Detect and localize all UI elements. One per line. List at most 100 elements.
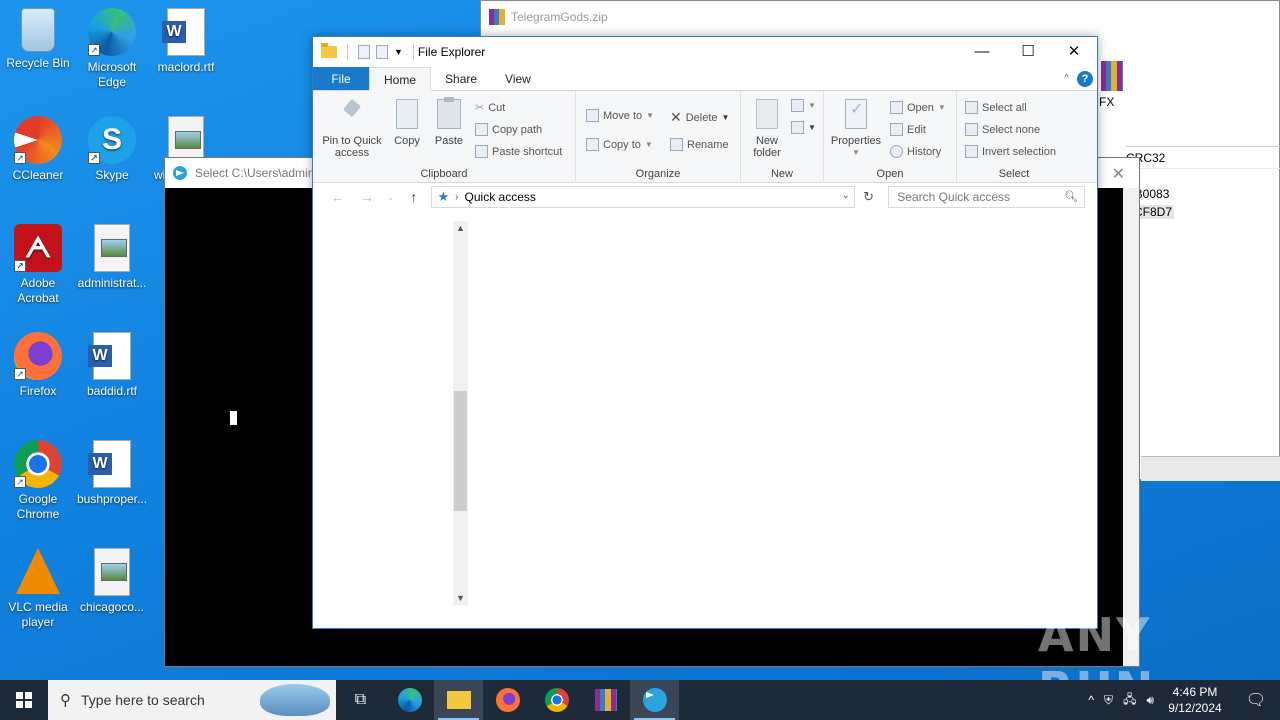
cut-label: Cut xyxy=(488,101,506,114)
shortcut-arrow-icon: ↗ xyxy=(14,476,26,488)
ccleaner-icon: ↗ xyxy=(14,116,62,164)
taskbar-search-box[interactable]: ⚲ Type here to search xyxy=(48,680,336,720)
chevron-down-icon[interactable]: ▼ xyxy=(394,47,403,57)
start-button[interactable] xyxy=(0,680,48,720)
easy-access-button[interactable]: ▼ xyxy=(791,121,816,134)
desktop-icon-recycle-bin[interactable]: Recycle Bin xyxy=(0,8,76,71)
copy-path-icon xyxy=(475,123,488,136)
volume-icon[interactable]: 🔊︎ xyxy=(1146,693,1154,708)
folder-icon xyxy=(446,691,471,709)
column-header-crc32[interactable]: CRC32 xyxy=(1126,147,1280,169)
tab-file[interactable]: File xyxy=(313,67,369,90)
notification-icon[interactable]: 🗨︎ xyxy=(1236,690,1276,710)
minimize-button[interactable]: — xyxy=(959,37,1005,67)
close-icon[interactable]: ✕ xyxy=(1112,164,1125,184)
edit-button[interactable]: Edit xyxy=(890,123,926,136)
word-document-icon xyxy=(88,440,131,488)
rename-button[interactable]: Rename xyxy=(670,138,729,151)
move-to-button[interactable]: Move to ▼ xyxy=(586,109,654,122)
desktop-icon-acrobat[interactable]: ᗅ ↗ Adobe Acrobat xyxy=(0,224,76,306)
security-icon[interactable]: ⛨ xyxy=(1104,693,1113,708)
show-hidden-icons-icon[interactable]: ^ xyxy=(1088,693,1094,707)
new-folder-button[interactable]: New folder xyxy=(745,99,789,159)
chrome-icon: ↗ xyxy=(14,440,62,488)
tab-view[interactable]: View xyxy=(491,67,545,90)
select-all-button[interactable]: Select all xyxy=(965,101,1027,114)
copy-to-button[interactable]: Copy to ▼ xyxy=(586,138,653,151)
cut-button[interactable]: ✂ Cut xyxy=(475,101,506,115)
quick-access-toolbar: ▼ xyxy=(321,43,418,60)
group-label-new: New xyxy=(770,168,793,180)
history-button[interactable]: History xyxy=(890,145,941,158)
refresh-icon[interactable]: ↻ xyxy=(859,189,878,205)
up-arrow-icon[interactable]: ↑ xyxy=(401,189,426,205)
invert-selection-label: Invert selection xyxy=(982,145,1056,158)
desktop-icon-chrome[interactable]: ↗ Google Chrome xyxy=(0,440,76,522)
paste-shortcut-button[interactable]: Paste shortcut xyxy=(475,145,562,158)
clock[interactable]: 4:46 PM 9/12/2024 xyxy=(1164,684,1226,716)
word-document-icon xyxy=(162,8,205,56)
help-icon[interactable]: ? xyxy=(1077,70,1093,87)
chevron-down-icon: ▼ xyxy=(808,101,816,110)
back-arrow-icon[interactable]: ← xyxy=(325,189,350,205)
pin-to-quick-access-button[interactable]: Pin to Quick access xyxy=(319,99,385,159)
tab-home[interactable]: Home xyxy=(369,67,432,91)
desktop-icon-firefox[interactable]: ↗ Firefox xyxy=(0,332,76,399)
chevron-down-icon[interactable]: ⌄ xyxy=(841,190,849,201)
window-controls: — ☐ ✕ xyxy=(959,37,1097,67)
recent-locations-icon[interactable]: ⌄ xyxy=(384,192,398,203)
explorer-titlebar[interactable]: ▼ File Explorer — ☐ ✕ xyxy=(313,37,1097,67)
chevron-down-icon: ▼ xyxy=(937,103,946,112)
desktop-icon-administrat[interactable]: administrat... xyxy=(74,224,150,291)
network-icon[interactable]: 🖧︎ xyxy=(1123,690,1136,711)
taskbar-telegram[interactable] xyxy=(630,680,679,720)
taskbar-winrar[interactable] xyxy=(581,680,630,720)
scroll-thumb[interactable] xyxy=(454,391,467,511)
sfx-label[interactable]: FX xyxy=(1099,95,1114,109)
winrar-titlebar[interactable]: TelegramGods.zip xyxy=(481,1,1279,33)
forward-arrow-icon[interactable]: → xyxy=(354,189,379,205)
edge-icon: ↗ xyxy=(88,8,136,56)
desktop-icon-bushproper[interactable]: bushproper... xyxy=(74,440,150,507)
select-none-icon xyxy=(965,123,978,136)
invert-selection-button[interactable]: Invert selection xyxy=(965,145,1056,158)
select-none-button[interactable]: Select none xyxy=(965,123,1040,136)
taskbar-chrome[interactable] xyxy=(532,680,581,720)
collapse-ribbon-icon[interactable]: ^ xyxy=(1064,73,1069,84)
scroll-down-icon[interactable]: ▼ xyxy=(453,593,468,603)
desktop-icon-maclord[interactable]: maclord.rtf xyxy=(148,8,224,75)
close-button[interactable]: ✕ xyxy=(1051,37,1097,67)
desktop-icon-skype[interactable]: S ↗ Skype xyxy=(74,116,150,183)
navigation-pane-scrollbar[interactable]: ▲ ▼ xyxy=(453,221,468,605)
desktop-icon-baddid[interactable]: baddid.rtf xyxy=(74,332,150,399)
new-folder-quick-icon[interactable] xyxy=(376,45,388,59)
properties-button[interactable]: Properties ▼ xyxy=(828,99,884,159)
taskbar-firefox[interactable] xyxy=(483,680,532,720)
search-input[interactable]: Search Quick access 🔍︎ xyxy=(888,186,1086,208)
paste-label: Paste xyxy=(434,135,464,147)
address-bar[interactable]: ★ › Quick access ⌄ xyxy=(430,186,855,208)
paste-button[interactable]: Paste xyxy=(429,97,469,147)
select-none-label: Select none xyxy=(982,123,1041,136)
recycle-bin-icon xyxy=(21,8,55,52)
copy-path-button[interactable]: Copy path xyxy=(475,123,542,136)
console-scrollbar[interactable] xyxy=(1123,188,1139,666)
desktop-icon-vlc[interactable]: VLC media player xyxy=(0,548,76,630)
file-explorer-window[interactable]: ▼ File Explorer — ☐ ✕ File Home Share Vi… xyxy=(312,36,1098,629)
taskbar-file-explorer[interactable] xyxy=(434,680,483,720)
new-item-button[interactable]: ▼ xyxy=(791,99,816,112)
tab-share[interactable]: Share xyxy=(431,67,491,90)
taskbar-edge[interactable] xyxy=(385,680,434,720)
paste-shortcut-icon xyxy=(475,145,488,158)
open-button[interactable]: Open ▼ xyxy=(890,101,946,114)
maximize-button[interactable]: ☐ xyxy=(1005,37,1051,67)
scroll-up-icon[interactable]: ▲ xyxy=(453,223,468,233)
task-view-button[interactable]: ⧉ xyxy=(336,680,385,720)
properties-quick-icon[interactable] xyxy=(358,45,370,59)
desktop-icon-chicagoco[interactable]: chicagoco... xyxy=(74,548,150,615)
chevron-down-icon: ▼ xyxy=(644,140,653,149)
delete-button[interactable]: ✕ Delete ▼ xyxy=(670,109,729,126)
desktop-icon-edge[interactable]: ↗ Microsoft Edge xyxy=(74,8,150,90)
copy-button[interactable]: Copy xyxy=(389,99,425,147)
desktop-icon-ccleaner[interactable]: ↗ CCleaner xyxy=(0,116,76,183)
